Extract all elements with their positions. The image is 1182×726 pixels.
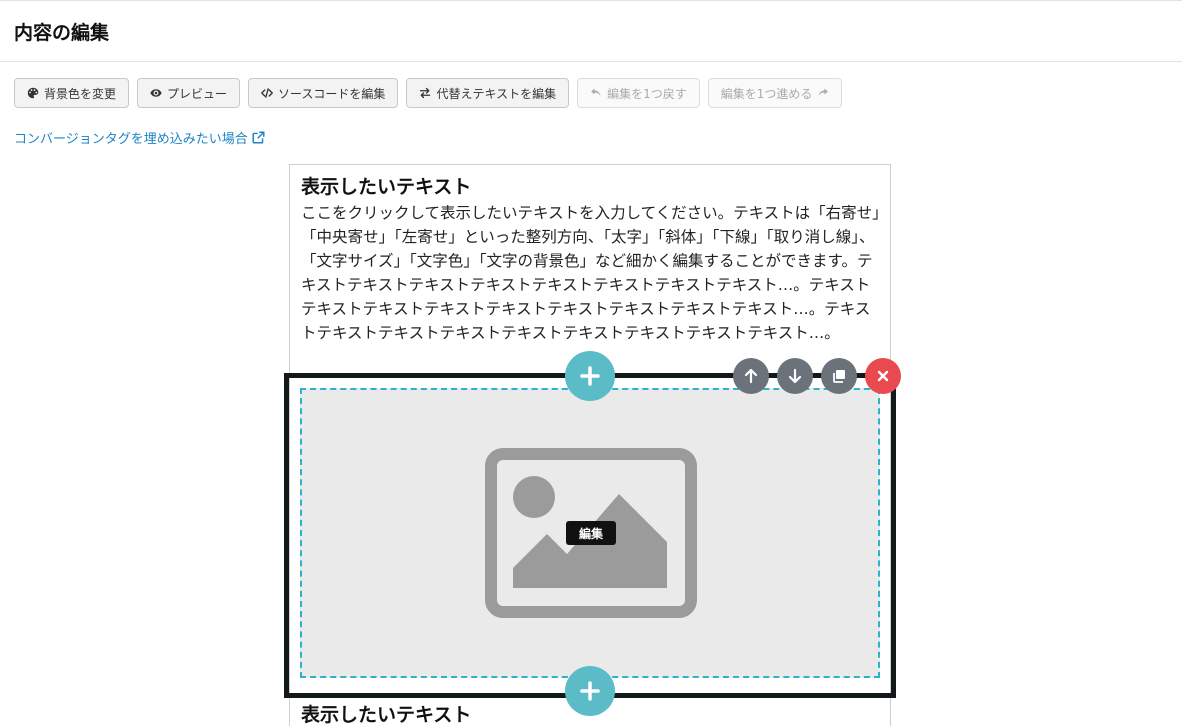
move-up-button[interactable] xyxy=(733,358,769,394)
arrow-up-icon xyxy=(744,368,758,384)
conversion-tag-link[interactable]: コンバージョンタグを埋め込みたい場合 xyxy=(14,128,265,147)
undo-button[interactable]: 編集を1つ戻す xyxy=(577,78,700,108)
toolbar: 背景色を変更 プレビュー ソースコードを編集 代替えテキストを編集 編集を1つ戻… xyxy=(14,78,843,108)
conversion-tag-label: コンバージョンタグを埋め込みたい場合 xyxy=(14,132,248,147)
page-title: 内容の編集 xyxy=(14,22,110,44)
image-block-selected[interactable]: 編集 xyxy=(284,373,896,698)
redo-label: 編集を1つ進める xyxy=(720,86,813,101)
edit-alt-text-label: 代替えテキストを編集 xyxy=(436,86,557,101)
move-down-button[interactable] xyxy=(777,358,813,394)
redo-icon xyxy=(818,88,829,97)
swap-icon xyxy=(420,87,431,99)
header: 内容の編集 xyxy=(0,0,1182,62)
delete-button[interactable] xyxy=(865,358,901,394)
plus-icon xyxy=(580,366,600,386)
preview-label: プレビュー xyxy=(167,86,228,101)
image-placeholder-area[interactable]: 編集 xyxy=(300,388,880,678)
eye-icon xyxy=(150,89,162,97)
duplicate-button[interactable] xyxy=(821,358,857,394)
close-icon xyxy=(877,370,889,382)
image-edit-button[interactable]: 編集 xyxy=(566,521,616,545)
add-block-below-button[interactable] xyxy=(565,666,615,716)
add-block-above-button[interactable] xyxy=(565,351,615,401)
copy-icon xyxy=(833,370,845,383)
arrow-down-icon xyxy=(788,368,802,384)
change-bg-color-label: 背景色を変更 xyxy=(44,86,117,101)
change-bg-color-button[interactable]: 背景色を変更 xyxy=(14,78,130,108)
redo-button[interactable]: 編集を1つ進める xyxy=(707,78,843,108)
edit-alt-text-button[interactable]: 代替えテキストを編集 xyxy=(406,78,570,108)
preview-button[interactable]: プレビュー xyxy=(137,78,241,108)
edit-source-button[interactable]: ソースコードを編集 xyxy=(248,78,399,108)
text-block-heading[interactable]: 表示したいテキスト xyxy=(301,175,881,199)
text-block[interactable]: 表示したいテキスト ここをクリックして表示したいテキストを入力してください。テキ… xyxy=(301,175,881,345)
edit-source-label: ソースコードを編集 xyxy=(278,86,386,101)
undo-label: 編集を1つ戻す xyxy=(607,86,687,101)
code-icon xyxy=(261,88,273,98)
palette-icon xyxy=(27,87,39,99)
external-link-icon xyxy=(252,131,265,144)
text-block-body[interactable]: ここをクリックして表示したいテキストを入力してください。テキストは「右寄せ」「中… xyxy=(301,201,881,345)
plus-icon xyxy=(580,681,600,701)
undo-icon xyxy=(591,88,601,97)
